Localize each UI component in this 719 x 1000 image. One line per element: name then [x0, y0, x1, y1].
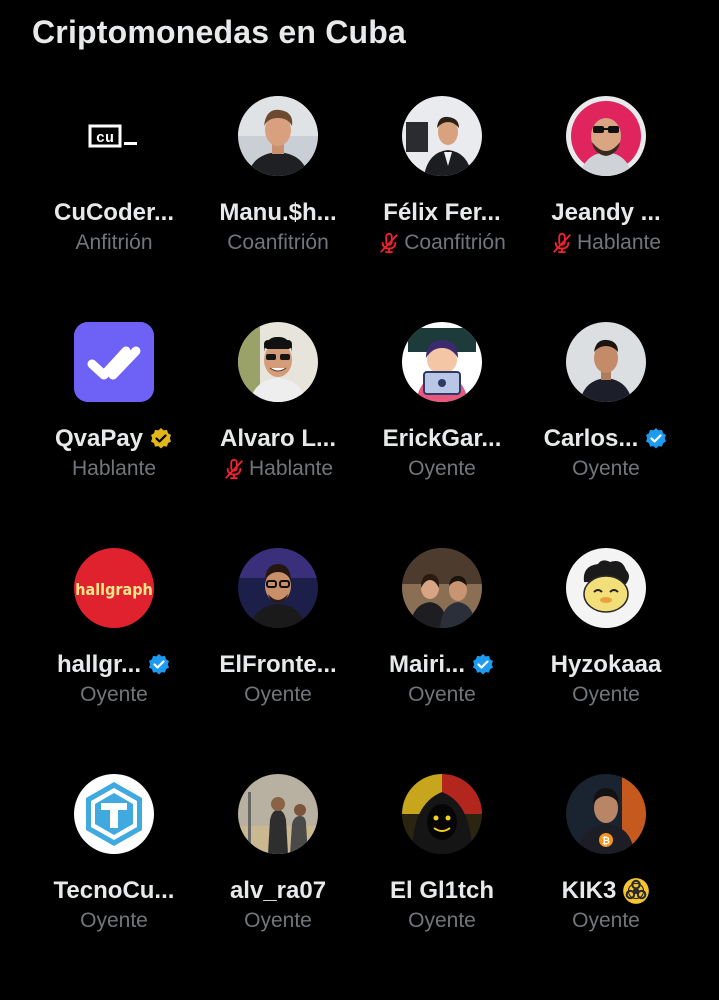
participant-card[interactable]: Carlos... Oyente: [524, 322, 688, 548]
participant-role: Coanfitrión: [404, 231, 506, 254]
avatar[interactable]: [402, 548, 482, 628]
participant-name: ErickGar...: [382, 425, 502, 452]
participant-name: Hyzokaaa: [550, 651, 662, 678]
verified-badge-icon: [473, 654, 494, 675]
participant-role: Oyente: [572, 457, 640, 480]
participant-name: El Gl1tch: [389, 877, 495, 904]
mic-off-icon: [553, 232, 571, 254]
participant-card[interactable]: Hyzokaaa Oyente: [524, 548, 688, 774]
verified-badge-icon: [149, 654, 170, 675]
participant-role: Oyente: [408, 683, 476, 706]
verified-gold-badge-icon: [151, 428, 172, 449]
participant-card[interactable]: El Gl1tch Oyente: [360, 774, 524, 1000]
avatar[interactable]: [402, 96, 482, 176]
avatar[interactable]: hallgraph: [74, 548, 154, 628]
participant-role: Coanfitrión: [227, 231, 329, 254]
participant-name: Jeandy ...: [551, 199, 661, 226]
verified-badge-icon: [646, 428, 667, 449]
participant-name: hallgr...: [56, 651, 142, 678]
participant-name: Alvaro L...: [219, 425, 337, 452]
participant-role: Hablante: [71, 457, 157, 480]
participant-name: alv_ra07: [229, 877, 327, 904]
avatar[interactable]: ₿: [566, 774, 646, 854]
participant-role: Oyente: [572, 909, 640, 932]
participant-role: Oyente: [80, 909, 148, 932]
participant-role: Oyente: [408, 909, 476, 932]
space-title: Criptomonedas en Cuba: [32, 14, 407, 50]
participant-role: Oyente: [572, 683, 640, 706]
participant-card[interactable]: cu CuCoder... Anfitrión: [32, 96, 196, 322]
avatar[interactable]: [74, 322, 154, 402]
mic-off-icon: [225, 458, 243, 480]
participant-card[interactable]: Félix Fer... Coanfitrión: [360, 96, 524, 322]
avatar[interactable]: [402, 774, 482, 854]
avatar[interactable]: cu: [74, 96, 154, 176]
avatar[interactable]: [74, 774, 154, 854]
participant-card[interactable]: ErickGar... Oyente: [360, 322, 524, 548]
avatar[interactable]: [402, 322, 482, 402]
avatar[interactable]: [238, 96, 318, 176]
participant-name: ElFronte...: [219, 651, 337, 678]
participant-card[interactable]: QvaPay Hablante: [32, 322, 196, 548]
svg-text:₿: ₿: [602, 835, 610, 847]
participant-card[interactable]: Jeandy ... Hablante: [524, 96, 688, 322]
participant-name: Mairi...: [388, 651, 466, 678]
svg-text:cu: cu: [96, 130, 114, 147]
avatar[interactable]: [566, 548, 646, 628]
participants-grid: cu CuCoder... Anfitrión Manu.$h... Coanf…: [32, 96, 688, 1000]
avatar[interactable]: [238, 774, 318, 854]
participant-card[interactable]: hallgraph hallgr... Oyente: [32, 548, 196, 774]
participant-name: CuCoder...: [53, 199, 174, 226]
avatar[interactable]: [238, 322, 318, 402]
participant-role: Oyente: [408, 457, 476, 480]
avatar[interactable]: [238, 548, 318, 628]
participant-card[interactable]: Alvaro L... Hablante: [196, 322, 360, 548]
participant-card[interactable]: alv_ra07 Oyente: [196, 774, 360, 1000]
participant-role: Anfitrión: [75, 231, 153, 254]
biohazard-emoji-icon: [623, 878, 650, 904]
participant-card[interactable]: TecnoCu... Oyente: [32, 774, 196, 1000]
participant-card[interactable]: Mairi... Oyente: [360, 548, 524, 774]
participant-name: TecnoCu...: [53, 877, 175, 904]
participant-role: Hablante: [576, 231, 662, 254]
participant-card[interactable]: ₿ KIK3 Oyente: [524, 774, 688, 1000]
mic-off-icon: [380, 232, 399, 254]
participant-card[interactable]: Manu.$h... Coanfitrión: [196, 96, 360, 322]
participant-role: Oyente: [244, 909, 312, 932]
participant-name: Manu.$h...: [219, 199, 337, 226]
hallgraph-logo-text: hallgraph: [75, 580, 153, 599]
participant-name: Carlos...: [543, 425, 639, 452]
participant-name: QvaPay: [54, 425, 144, 452]
participant-role: Oyente: [244, 683, 312, 706]
avatar[interactable]: [566, 96, 646, 176]
participant-name: KIK3: [561, 877, 617, 904]
participant-role: Hablante: [248, 457, 334, 480]
participant-name: Félix Fer...: [383, 199, 501, 226]
participant-card[interactable]: ElFronte... Oyente: [196, 548, 360, 774]
participant-role: Oyente: [80, 683, 148, 706]
avatar[interactable]: [566, 322, 646, 402]
